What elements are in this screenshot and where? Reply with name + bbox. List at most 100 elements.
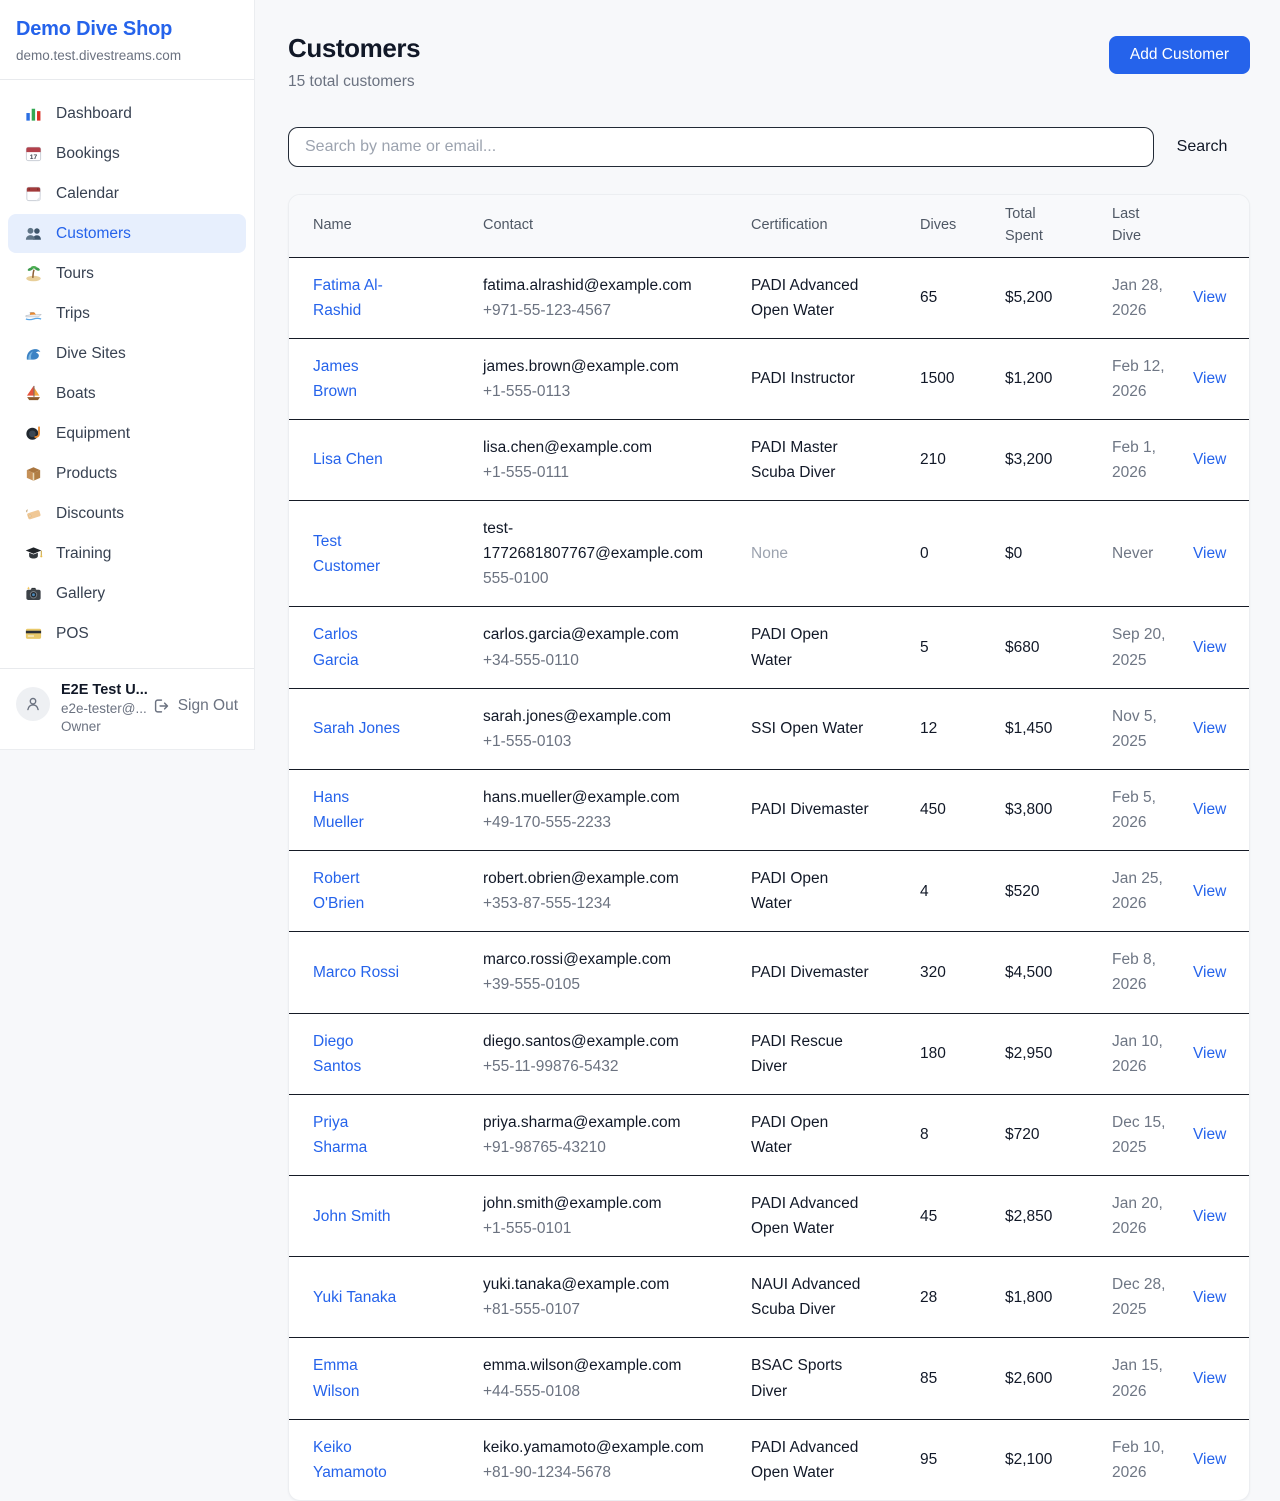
- table-row: Keiko Yamamoto keiko.yamamoto@example.co…: [289, 1419, 1249, 1500]
- sidebar-item-customers[interactable]: Customers: [8, 214, 246, 253]
- customers-table-card: Name Contact Certification Dives Total S…: [288, 194, 1250, 1501]
- customer-certification: PADI Instructor: [727, 338, 896, 419]
- customer-name-link[interactable]: Priya Sharma: [289, 1094, 459, 1175]
- island-icon: [24, 264, 43, 283]
- table-row: James Brown james.brown@example.com +1-5…: [289, 338, 1249, 419]
- customer-email: sarah.jones@example.com: [483, 704, 703, 729]
- customer-total-spent: $5,200: [981, 257, 1088, 338]
- customer-name-link[interactable]: Diego Santos: [289, 1013, 459, 1094]
- search-button[interactable]: Search: [1154, 138, 1250, 156]
- customer-contact: james.brown@example.com +1-555-0113: [459, 338, 727, 419]
- search-input[interactable]: [288, 127, 1154, 167]
- view-customer-link[interactable]: View: [1193, 720, 1226, 737]
- customer-contact: sarah.jones@example.com +1-555-0103: [459, 688, 727, 769]
- view-customer-link[interactable]: View: [1193, 289, 1226, 306]
- customer-name-link[interactable]: Keiko Yamamoto: [289, 1419, 459, 1500]
- sign-out-button[interactable]: Sign Out: [152, 697, 238, 715]
- customer-total-spent: $3,200: [981, 419, 1088, 500]
- customer-certification: PADI Rescue Diver: [727, 1013, 896, 1094]
- sidebar-item-label: Dashboard: [56, 105, 132, 123]
- customer-name-link[interactable]: Carlos Garcia: [289, 607, 459, 688]
- customer-name-link[interactable]: James Brown: [289, 338, 459, 419]
- brand-domain: demo.test.divestreams.com: [16, 48, 238, 63]
- add-customer-button[interactable]: Add Customer: [1109, 36, 1250, 74]
- view-customer-link[interactable]: View: [1193, 801, 1226, 818]
- brand-block: Demo Dive Shop demo.test.divestreams.com: [0, 0, 254, 80]
- customer-last-dive: Never: [1088, 501, 1193, 607]
- customer-name-link[interactable]: Emma Wilson: [289, 1338, 459, 1419]
- customer-actions: View: [1193, 257, 1249, 338]
- view-customer-link[interactable]: View: [1193, 1370, 1226, 1387]
- brand-name: Demo Dive Shop: [16, 18, 238, 41]
- customer-name-link[interactable]: Test Customer: [289, 501, 459, 607]
- customer-name-link[interactable]: Robert O'Brien: [289, 851, 459, 932]
- column-header-certification: Certification: [727, 195, 896, 257]
- customer-email: yuki.tanaka@example.com: [483, 1272, 703, 1297]
- customer-contact: lisa.chen@example.com +1-555-0111: [459, 419, 727, 500]
- sidebar-item-training[interactable]: Training: [8, 534, 246, 573]
- sidebar-item-label: Customers: [56, 225, 131, 243]
- customer-certification: PADI Open Water: [727, 1094, 896, 1175]
- view-customer-link[interactable]: View: [1193, 964, 1226, 981]
- view-customer-link[interactable]: View: [1193, 639, 1226, 656]
- sidebar-item-trips[interactable]: Trips: [8, 294, 246, 333]
- view-customer-link[interactable]: View: [1193, 1126, 1226, 1143]
- customer-last-dive: Feb 10, 2026: [1088, 1419, 1193, 1500]
- sidebar-item-products[interactable]: Products: [8, 454, 246, 493]
- customer-total-spent: $1,800: [981, 1257, 1088, 1338]
- customer-name-link[interactable]: Fatima Al-Rashid: [289, 257, 459, 338]
- customer-certification: BSAC Sports Diver: [727, 1338, 896, 1419]
- customer-actions: View: [1193, 769, 1249, 850]
- customer-dives: 0: [896, 501, 981, 607]
- view-customer-link[interactable]: View: [1193, 883, 1226, 900]
- sidebar-item-equipment[interactable]: Equipment: [8, 414, 246, 453]
- customer-name-link[interactable]: Marco Rossi: [289, 932, 459, 1013]
- view-customer-link[interactable]: View: [1193, 1045, 1226, 1062]
- view-customer-link[interactable]: View: [1193, 1208, 1226, 1225]
- sidebar-item-label: Tours: [56, 265, 94, 283]
- calendar-date-icon: 17: [24, 144, 43, 163]
- view-customer-link[interactable]: View: [1193, 370, 1226, 387]
- customer-last-dive: Feb 1, 2026: [1088, 419, 1193, 500]
- customer-email: fatima.alrashid@example.com: [483, 273, 703, 298]
- table-row: Emma Wilson emma.wilson@example.com +44-…: [289, 1338, 1249, 1419]
- customer-dives: 450: [896, 769, 981, 850]
- view-customer-link[interactable]: View: [1193, 1289, 1226, 1306]
- sidebar-item-discounts[interactable]: Discounts: [8, 494, 246, 533]
- svg-text:17: 17: [30, 154, 38, 161]
- customer-dives: 45: [896, 1176, 981, 1257]
- sidebar-item-pos[interactable]: POS: [8, 614, 246, 653]
- customer-contact: keiko.yamamoto@example.com +81-90-1234-5…: [459, 1419, 727, 1500]
- customer-dives: 4: [896, 851, 981, 932]
- sidebar-item-bookings[interactable]: 17 Bookings: [8, 134, 246, 173]
- sidebar-item-label: Bookings: [56, 145, 120, 163]
- customer-name-link[interactable]: Hans Mueller: [289, 769, 459, 850]
- sidebar-item-dive-sites[interactable]: Dive Sites: [8, 334, 246, 373]
- customer-certification: PADI Open Water: [727, 851, 896, 932]
- total-customers-count: 15 total customers: [288, 73, 420, 91]
- customer-table-body: Fatima Al-Rashid fatima.alrashid@example…: [289, 257, 1249, 1500]
- column-header-total-spent: Total Spent: [981, 195, 1088, 257]
- view-customer-link[interactable]: View: [1193, 545, 1226, 562]
- sidebar-item-label: Dive Sites: [56, 345, 126, 363]
- customer-last-dive: Feb 5, 2026: [1088, 769, 1193, 850]
- customer-total-spent: $0: [981, 501, 1088, 607]
- sailboat-icon: [24, 384, 43, 403]
- customer-name-link[interactable]: Yuki Tanaka: [289, 1257, 459, 1338]
- sidebar-item-gallery[interactable]: Gallery: [8, 574, 246, 613]
- sidebar-item-dashboard[interactable]: Dashboard: [8, 94, 246, 133]
- view-customer-link[interactable]: View: [1193, 1451, 1226, 1468]
- view-customer-link[interactable]: View: [1193, 451, 1226, 468]
- sidebar-item-calendar[interactable]: Calendar: [8, 174, 246, 213]
- user-email: e2e-tester@...: [61, 701, 141, 716]
- customer-dives: 85: [896, 1338, 981, 1419]
- customer-name-link[interactable]: John Smith: [289, 1176, 459, 1257]
- wave-icon: [24, 344, 43, 363]
- table-row: Hans Mueller hans.mueller@example.com +4…: [289, 769, 1249, 850]
- customer-dives: 28: [896, 1257, 981, 1338]
- sidebar-item-boats[interactable]: Boats: [8, 374, 246, 413]
- avatar: [16, 687, 50, 721]
- customer-name-link[interactable]: Sarah Jones: [289, 688, 459, 769]
- sidebar-item-tours[interactable]: Tours: [8, 254, 246, 293]
- customer-name-link[interactable]: Lisa Chen: [289, 419, 459, 500]
